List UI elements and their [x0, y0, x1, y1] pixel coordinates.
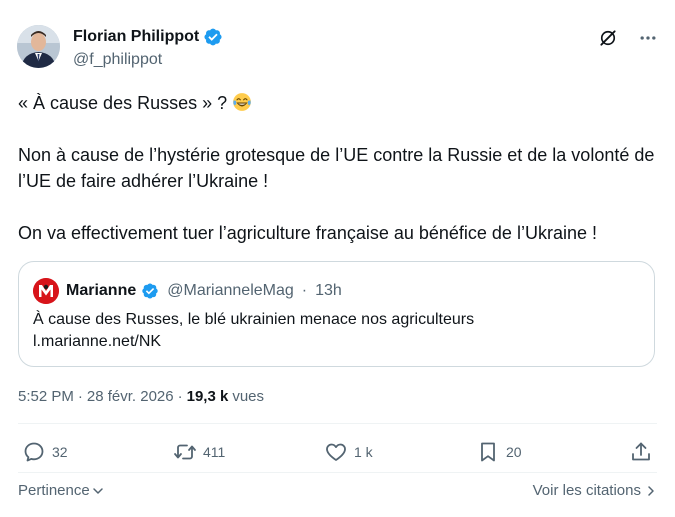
heart-icon — [326, 443, 346, 461]
quoted-tweet-body: À cause des Russes, le blé ukrainien men… — [33, 309, 643, 353]
tweet-line-1-text: « À cause des Russes » ? — [18, 93, 228, 113]
reply-icon — [24, 442, 44, 462]
reply-footer: Pertinence Voir les citations — [18, 482, 657, 502]
views-count: 19,3 k — [186, 388, 229, 405]
view-quotes-link[interactable]: Voir les citations — [533, 482, 657, 499]
quoted-author-name[interactable]: Marianne — [66, 282, 136, 300]
tweet-time[interactable]: 5:52 PM — [18, 388, 74, 405]
quoted-tweet-time[interactable]: 13h — [315, 282, 342, 300]
tweet-meta: 5:52 PM · 28 févr. 2026 · 19,3 k vues — [18, 388, 264, 405]
reply-button[interactable]: 32 — [22, 440, 68, 464]
quoted-tweet[interactable]: Marianne @MarianneleMag · 13h À cause de… — [18, 261, 655, 367]
author-name[interactable]: Florian Philippot — [73, 28, 199, 46]
bookmark-button[interactable]: 20 — [476, 440, 522, 464]
like-button[interactable]: 1 k — [324, 440, 373, 464]
separator-dot: · — [301, 282, 308, 299]
views-label: vues — [232, 388, 265, 405]
author-handle[interactable]: @f_philippot — [73, 51, 162, 69]
marianne-logo-icon — [33, 278, 59, 304]
separator-dot: · — [77, 388, 83, 405]
share-button[interactable] — [629, 440, 653, 464]
repost-icon — [174, 444, 196, 460]
bookmark-icon — [481, 442, 495, 462]
repost-count: 411 — [203, 444, 226, 460]
reply-count: 32 — [52, 444, 68, 460]
tweet-line-1: « À cause des Russes » ? — [18, 90, 658, 116]
quoted-author-handle[interactable]: @MarianneleMag — [167, 282, 294, 300]
face-with-tears-of-joy-icon — [233, 93, 252, 111]
view-quotes-label: Voir les citations — [532, 482, 641, 499]
quoted-tweet-text: À cause des Russes, le blé ukrainien men… — [33, 311, 475, 328]
like-count: 1 k — [354, 444, 373, 460]
tweet-header: Florian Philippot @f_philippot — [17, 22, 658, 72]
sort-dropdown[interactable]: Pertinence — [18, 482, 104, 499]
more-options-icon[interactable] — [638, 28, 658, 48]
chevron-right-icon — [648, 485, 654, 496]
action-bar: 32 411 1 k 20 — [18, 440, 657, 470]
chevron-down-icon — [92, 487, 103, 494]
bookmark-count: 20 — [506, 444, 522, 460]
tweet-date[interactable]: 28 févr. 2026 — [87, 388, 174, 405]
sort-label: Pertinence — [18, 482, 90, 499]
author-avatar[interactable] — [17, 25, 60, 68]
tweet-text: « À cause des Russes » ? Non à cause de … — [18, 90, 658, 246]
tweet-line-3: On va effectivement tuer l’agriculture f… — [18, 223, 597, 243]
divider — [18, 423, 657, 424]
separator-dot: · — [177, 388, 183, 405]
quoted-tweet-link[interactable]: l.marianne.net/NK — [33, 331, 643, 353]
verified-badge-icon[interactable] — [141, 282, 159, 300]
share-icon — [632, 442, 650, 461]
quoted-tweet-header: Marianne @MarianneleMag · 13h — [33, 278, 342, 304]
divider — [18, 472, 657, 473]
grok-icon[interactable] — [598, 28, 618, 48]
tweet-line-2: Non à cause de l’hystérie grotesque de l… — [18, 145, 655, 191]
author-name-row: Florian Philippot — [73, 27, 223, 47]
header-actions — [598, 28, 658, 48]
repost-button[interactable]: 411 — [173, 440, 225, 464]
verified-badge-icon[interactable] — [203, 27, 223, 47]
